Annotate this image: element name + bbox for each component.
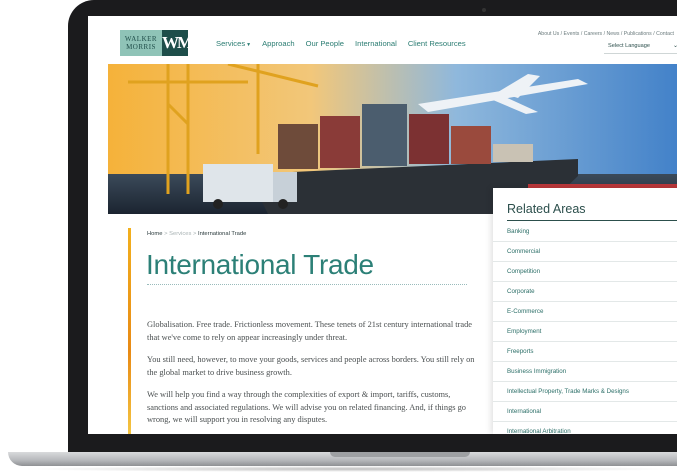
related-item-corporate[interactable]: Corporate bbox=[493, 282, 677, 302]
utility-publications[interactable]: Publications bbox=[624, 31, 652, 37]
title-divider bbox=[147, 284, 467, 285]
utility-about-us[interactable]: About Us bbox=[538, 31, 559, 37]
chevron-down-icon: ⌄ bbox=[672, 43, 677, 49]
related-areas-panel: Related Areas Banking Commercial Competi… bbox=[493, 188, 677, 434]
breadcrumb-home[interactable]: Home bbox=[147, 231, 162, 237]
language-select-label: Select Language bbox=[608, 43, 650, 49]
related-item-business-immigration[interactable]: Business Immigration bbox=[493, 362, 677, 382]
breadcrumb-current: International Trade bbox=[197, 231, 247, 237]
related-item-international-arbitration[interactable]: International Arbitration bbox=[493, 422, 677, 434]
body-paragraph: We will help you find a way through the … bbox=[147, 390, 466, 424]
body-paragraph: You still need, however, to move your go… bbox=[147, 355, 475, 377]
page-body: Globalisation. Free trade. Frictionless … bbox=[147, 319, 477, 434]
laptop-shadow bbox=[20, 466, 677, 472]
walker-morris-logo[interactable]: WALKER MORRIS WM bbox=[120, 30, 193, 56]
related-item-commercial[interactable]: Commercial bbox=[493, 242, 677, 262]
breadcrumb-separator: > bbox=[164, 231, 168, 237]
related-item-international[interactable]: International bbox=[493, 402, 677, 422]
utility-events[interactable]: Events bbox=[564, 31, 580, 37]
nav-services[interactable]: Services▼ bbox=[216, 39, 251, 48]
language-select[interactable]: Select Language ⌄ bbox=[604, 42, 677, 54]
laptop-base-notch bbox=[330, 452, 470, 457]
related-item-banking[interactable]: Banking bbox=[493, 222, 677, 242]
camera-dot bbox=[482, 8, 486, 12]
nav-our-people[interactable]: Our People bbox=[306, 39, 344, 48]
related-item-intellectual-property[interactable]: Intellectual Property, Trade Marks & Des… bbox=[493, 382, 677, 402]
logo-wordmark: WALKER MORRIS bbox=[120, 30, 162, 56]
logo-line-1: WALKER bbox=[124, 35, 158, 43]
body-paragraph: Globalisation. Free trade. Frictionless … bbox=[147, 320, 472, 342]
logo-monogram: WM bbox=[162, 30, 193, 56]
breadcrumb: Home > Services > International Trade bbox=[147, 231, 246, 237]
related-areas-divider bbox=[507, 220, 677, 221]
nav-client-resources[interactable]: Client Resources bbox=[408, 39, 466, 48]
site-header: WALKER MORRIS WM Services▼ Approach Our … bbox=[88, 16, 677, 64]
nav-approach[interactable]: Approach bbox=[262, 39, 295, 48]
related-item-freeports[interactable]: Freeports bbox=[493, 342, 677, 362]
main-navigation: Services▼ Approach Our People Internatio… bbox=[216, 39, 466, 48]
related-areas-title: Related Areas bbox=[507, 202, 586, 216]
nav-international[interactable]: International bbox=[355, 39, 397, 48]
breadcrumb-separator: > bbox=[192, 231, 197, 237]
related-item-competition[interactable]: Competition bbox=[493, 262, 677, 282]
utility-careers[interactable]: Careers bbox=[584, 31, 602, 37]
breadcrumb-services[interactable]: Services bbox=[169, 231, 191, 237]
logo-line-2: MORRIS bbox=[126, 43, 156, 51]
utility-news[interactable]: News bbox=[606, 31, 619, 37]
accent-bar bbox=[128, 228, 131, 434]
chevron-down-icon: ▼ bbox=[246, 42, 252, 48]
utility-contact[interactable]: Contact bbox=[656, 31, 674, 37]
page-title: International Trade bbox=[146, 249, 374, 280]
related-item-e-commerce[interactable]: E-Commerce bbox=[493, 302, 677, 322]
nav-services-label: Services bbox=[216, 39, 246, 48]
related-item-employment[interactable]: Employment bbox=[493, 322, 677, 342]
browser-screen: WALKER MORRIS WM Services▼ Approach Our … bbox=[88, 16, 677, 434]
related-areas-list: Banking Commercial Competition Corporate… bbox=[493, 222, 677, 434]
utility-links: About Us / Events / Careers / News / Pub… bbox=[537, 31, 674, 37]
